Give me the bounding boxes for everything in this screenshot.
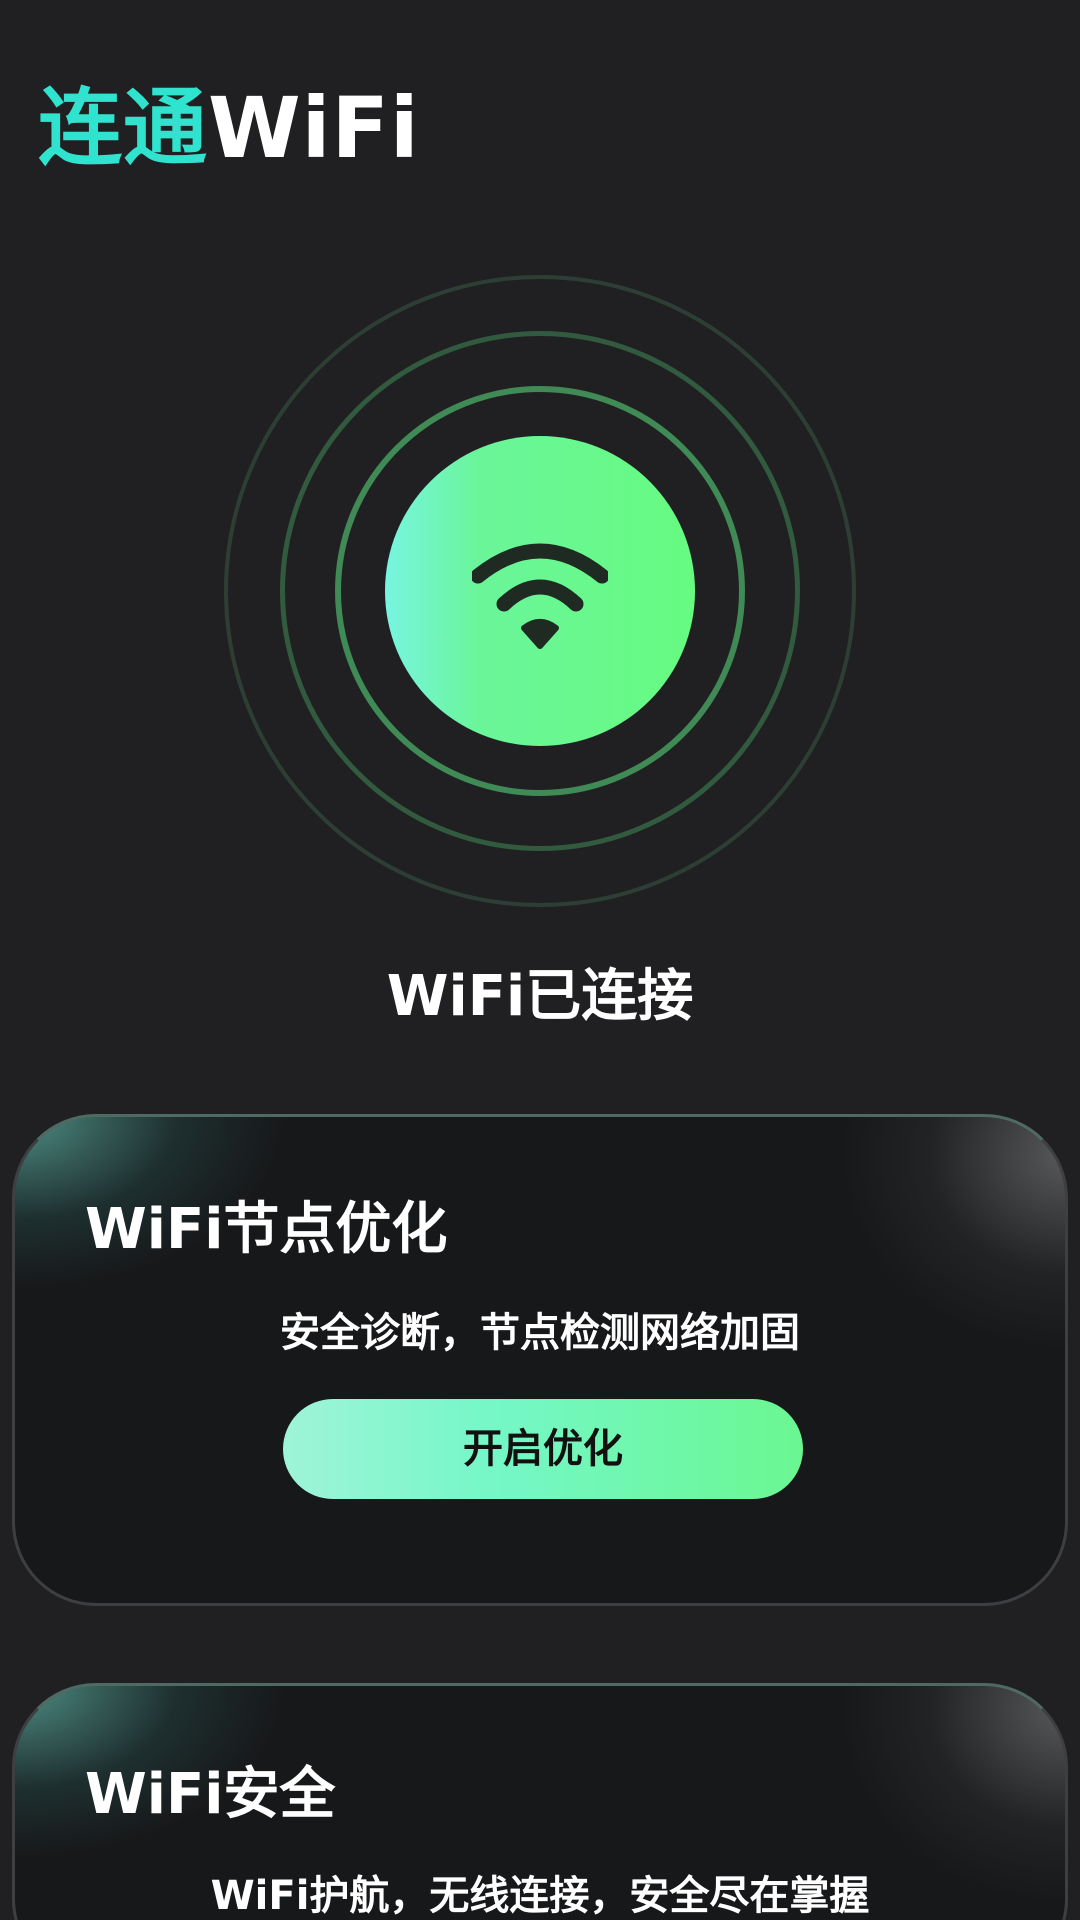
card-description: WiFi护航，无线连接，安全尽在掌握 <box>210 1873 870 1919</box>
wifi-icon <box>472 543 608 649</box>
wifi-security-card: WiFi安全 WiFi护航，无线连接，安全尽在掌握 <box>12 1683 1068 1920</box>
app-title-accent: 连通 <box>38 79 209 177</box>
home-screen: 连通WiFi WiFi已连接 WiFi节点优化 安全诊断，节点检测网络加固 开启… <box>0 0 1080 1920</box>
app-title: 连通WiFi <box>38 78 420 178</box>
card-title: WiFi安全 <box>85 1762 336 1827</box>
start-optimization-button[interactable]: 开启优化 <box>283 1399 803 1499</box>
app-title-wifi: WiFi <box>208 79 420 177</box>
node-optimization-card: WiFi节点优化 安全诊断，节点检测网络加固 开启优化 <box>12 1114 1068 1606</box>
card-description: 安全诊断，节点检测网络加固 <box>280 1310 800 1356</box>
connection-status: WiFi已连接 <box>386 964 694 1029</box>
card-title: WiFi节点优化 <box>85 1197 448 1262</box>
